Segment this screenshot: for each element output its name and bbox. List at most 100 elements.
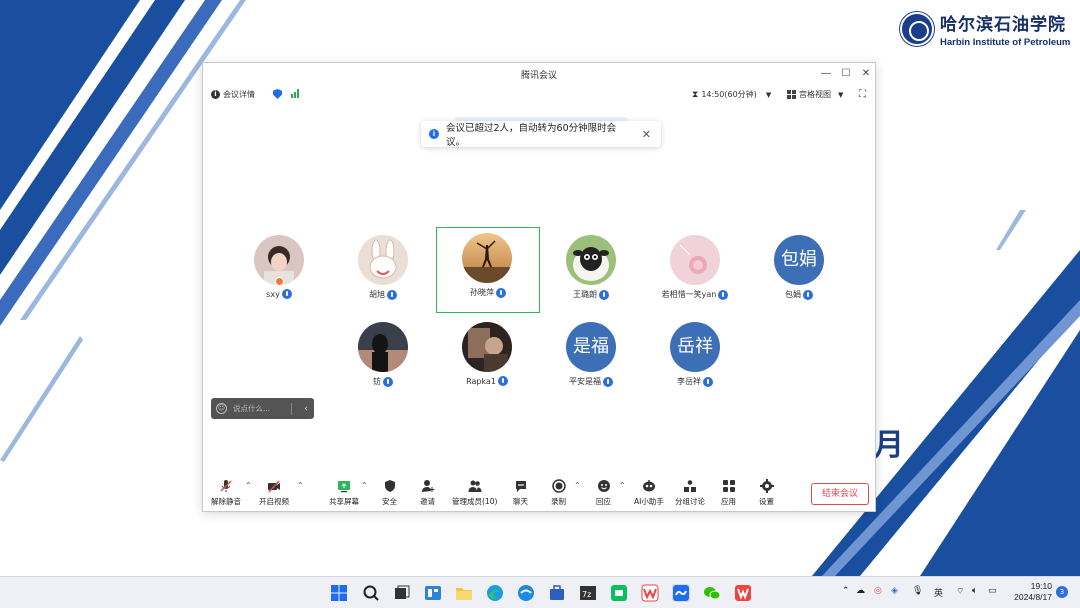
participant-tile[interactable]: 包娟 包娟 [747, 229, 851, 315]
task-view-icon[interactable] [393, 584, 411, 602]
maximize-button[interactable]: ☐ [839, 67, 853, 81]
participant-tile[interactable]: sxy [227, 229, 331, 315]
vpn-icon[interactable]: ◎ [874, 586, 882, 596]
file-explorer-icon[interactable] [455, 584, 473, 602]
participant-tile[interactable]: 若相惜一笑yan [643, 229, 747, 315]
edge-icon[interactable] [486, 584, 504, 602]
avatar [566, 235, 616, 285]
store-icon[interactable] [548, 584, 566, 602]
school-logo: 哈尔滨石油学院 Harbin Institute of Petroleum [900, 10, 1075, 50]
speaker-icon[interactable]: 🔈︎ [972, 586, 977, 596]
invite-button[interactable]: 邀请 [420, 479, 435, 507]
chat-label: 聊天 [513, 497, 528, 506]
reactions-label: 回应 [596, 497, 611, 506]
mic-icon [383, 376, 393, 387]
manage-members-button[interactable]: 管理成员(10) [452, 479, 497, 507]
mic-icon [603, 376, 613, 387]
chevron-up-icon[interactable]: ⌃ [842, 586, 850, 596]
view-mode-button[interactable]: 宫格视图 ▼ [787, 89, 843, 100]
clock-date: 2024/8/17 [1014, 592, 1052, 602]
security-button[interactable]: 安全 [382, 479, 397, 507]
widgets-icon[interactable] [424, 584, 442, 602]
mic-icon [718, 289, 729, 300]
clock[interactable]: 19:10 2024/8/17 [1008, 581, 1052, 603]
chevron-up-icon[interactable]: ⌃ [297, 481, 304, 490]
share-screen-button[interactable]: 共享屏幕 [329, 479, 359, 507]
ai-assistant-button[interactable]: AI小助手 [634, 479, 664, 507]
settings-button[interactable]: 设置 [759, 479, 774, 507]
manage-members-label: 管理成员(10) [452, 497, 498, 506]
chevron-up-icon[interactable]: ⌃ [574, 481, 581, 490]
ai-assistant-label: AI小助手 [634, 497, 664, 506]
participant-tile[interactable]: 钫 [331, 316, 435, 402]
wps-icon[interactable] [641, 584, 659, 602]
start-icon[interactable] [330, 584, 348, 602]
end-meeting-button[interactable]: 结束会议 [811, 483, 869, 505]
wifi-icon[interactable]: ⌔ [956, 586, 964, 597]
title-bar: 腾讯会议 — ☐ ✕ [203, 63, 875, 85]
participant-tile[interactable]: 岳祥 李岳祥 [643, 316, 747, 402]
notice-text: 会议已超过2人，自动转为60分钟限时会议。 [445, 123, 617, 148]
host-badge-icon [275, 277, 284, 286]
record-label: 录制 [551, 497, 566, 506]
meeting-timer[interactable]: ⧗ 14:50(60分钟) ▼ [692, 89, 771, 100]
tray-app-icon[interactable]: ◈ [891, 586, 898, 596]
breakout-icon [683, 479, 697, 493]
unmute-button[interactable]: 解除静音 [211, 479, 241, 507]
chevron-up-icon[interactable]: ⌃ [361, 481, 368, 490]
chevron-up-icon[interactable]: ⌃ [619, 481, 626, 490]
close-button[interactable]: ✕ [859, 67, 873, 81]
participant-tile[interactable]: 王璐朗 [539, 229, 643, 315]
chat-input[interactable]: ☺ 说点什么... ‹ [211, 398, 314, 419]
mic-icon [281, 289, 292, 299]
fullscreen-button[interactable]: ⛶ [859, 89, 866, 100]
participant-tile-active-speaker[interactable]: 孙晓萍 [436, 227, 540, 313]
meeting-details-button[interactable]: i 会议详情 [211, 89, 255, 100]
input-method-indicator[interactable]: 英 [934, 586, 943, 599]
chevron-down-icon: ▼ [838, 90, 844, 99]
mic-tray-icon[interactable]: 🎙︎ [912, 586, 923, 596]
minimize-button[interactable]: — [819, 67, 833, 81]
search-icon[interactable] [362, 584, 380, 602]
breakout-rooms-button[interactable]: 分组讨论 [675, 479, 705, 507]
close-notice-icon[interactable]: ✕ [642, 128, 651, 141]
tencent-meeting-icon[interactable] [672, 584, 690, 602]
notification-badge[interactable]: 3 [1056, 586, 1068, 598]
clock-time: 19:10 [1030, 581, 1052, 591]
record-button[interactable]: 录制 [551, 479, 566, 507]
battery-icon[interactable]: ▭ [988, 586, 997, 596]
archive-app-icon[interactable]: 7z [579, 584, 597, 602]
emoji-icon[interactable]: ☺ [216, 403, 227, 414]
collapse-chat-icon[interactable]: ‹ [298, 404, 314, 414]
wps-pdf-icon[interactable] [734, 584, 752, 602]
info-icon: i [429, 129, 439, 139]
reactions-button[interactable]: 回应 [596, 479, 611, 507]
chevron-down-icon: ▼ [765, 90, 772, 99]
wechat-icon[interactable] [703, 584, 721, 602]
avatar: 是福 [566, 322, 616, 372]
meeting-header: i 会议详情 ⧗ 14:50(60分钟) ▼ 宫格视图 ▼ ⛶ [203, 85, 875, 105]
participant-name: 若相惜一笑yan [661, 290, 717, 299]
mic-muted-icon [219, 479, 233, 493]
participant-name-row: Rapka1 [435, 376, 539, 386]
view-mode-label: 宫格视图 [799, 90, 831, 99]
chat-app-icon[interactable] [610, 584, 628, 602]
encryption-indicator[interactable] [273, 89, 282, 99]
chat-placeholder: 说点什么... [233, 404, 271, 413]
participant-tile[interactable]: 胡旭 [331, 229, 435, 315]
participant-name: Rapka1 [466, 376, 496, 386]
cloud-icon[interactable]: ☁ [856, 586, 865, 596]
edge-alt-icon[interactable] [517, 584, 535, 602]
mic-icon [599, 289, 609, 300]
apps-button[interactable]: 应用 [721, 479, 736, 507]
chevron-up-icon[interactable]: ⌃ [245, 481, 252, 490]
network-indicator[interactable] [291, 89, 299, 98]
ai-robot-icon [642, 479, 656, 493]
shield-icon [383, 479, 397, 493]
camera-off-icon [267, 479, 281, 493]
participant-tile[interactable]: Rapka1 [435, 316, 539, 402]
participant-tile[interactable]: 是福 平安是福 [539, 316, 643, 402]
start-video-button[interactable]: 开启视频 [259, 479, 289, 507]
invite-label: 邀请 [420, 497, 435, 506]
chat-button[interactable]: 聊天 [513, 479, 528, 507]
